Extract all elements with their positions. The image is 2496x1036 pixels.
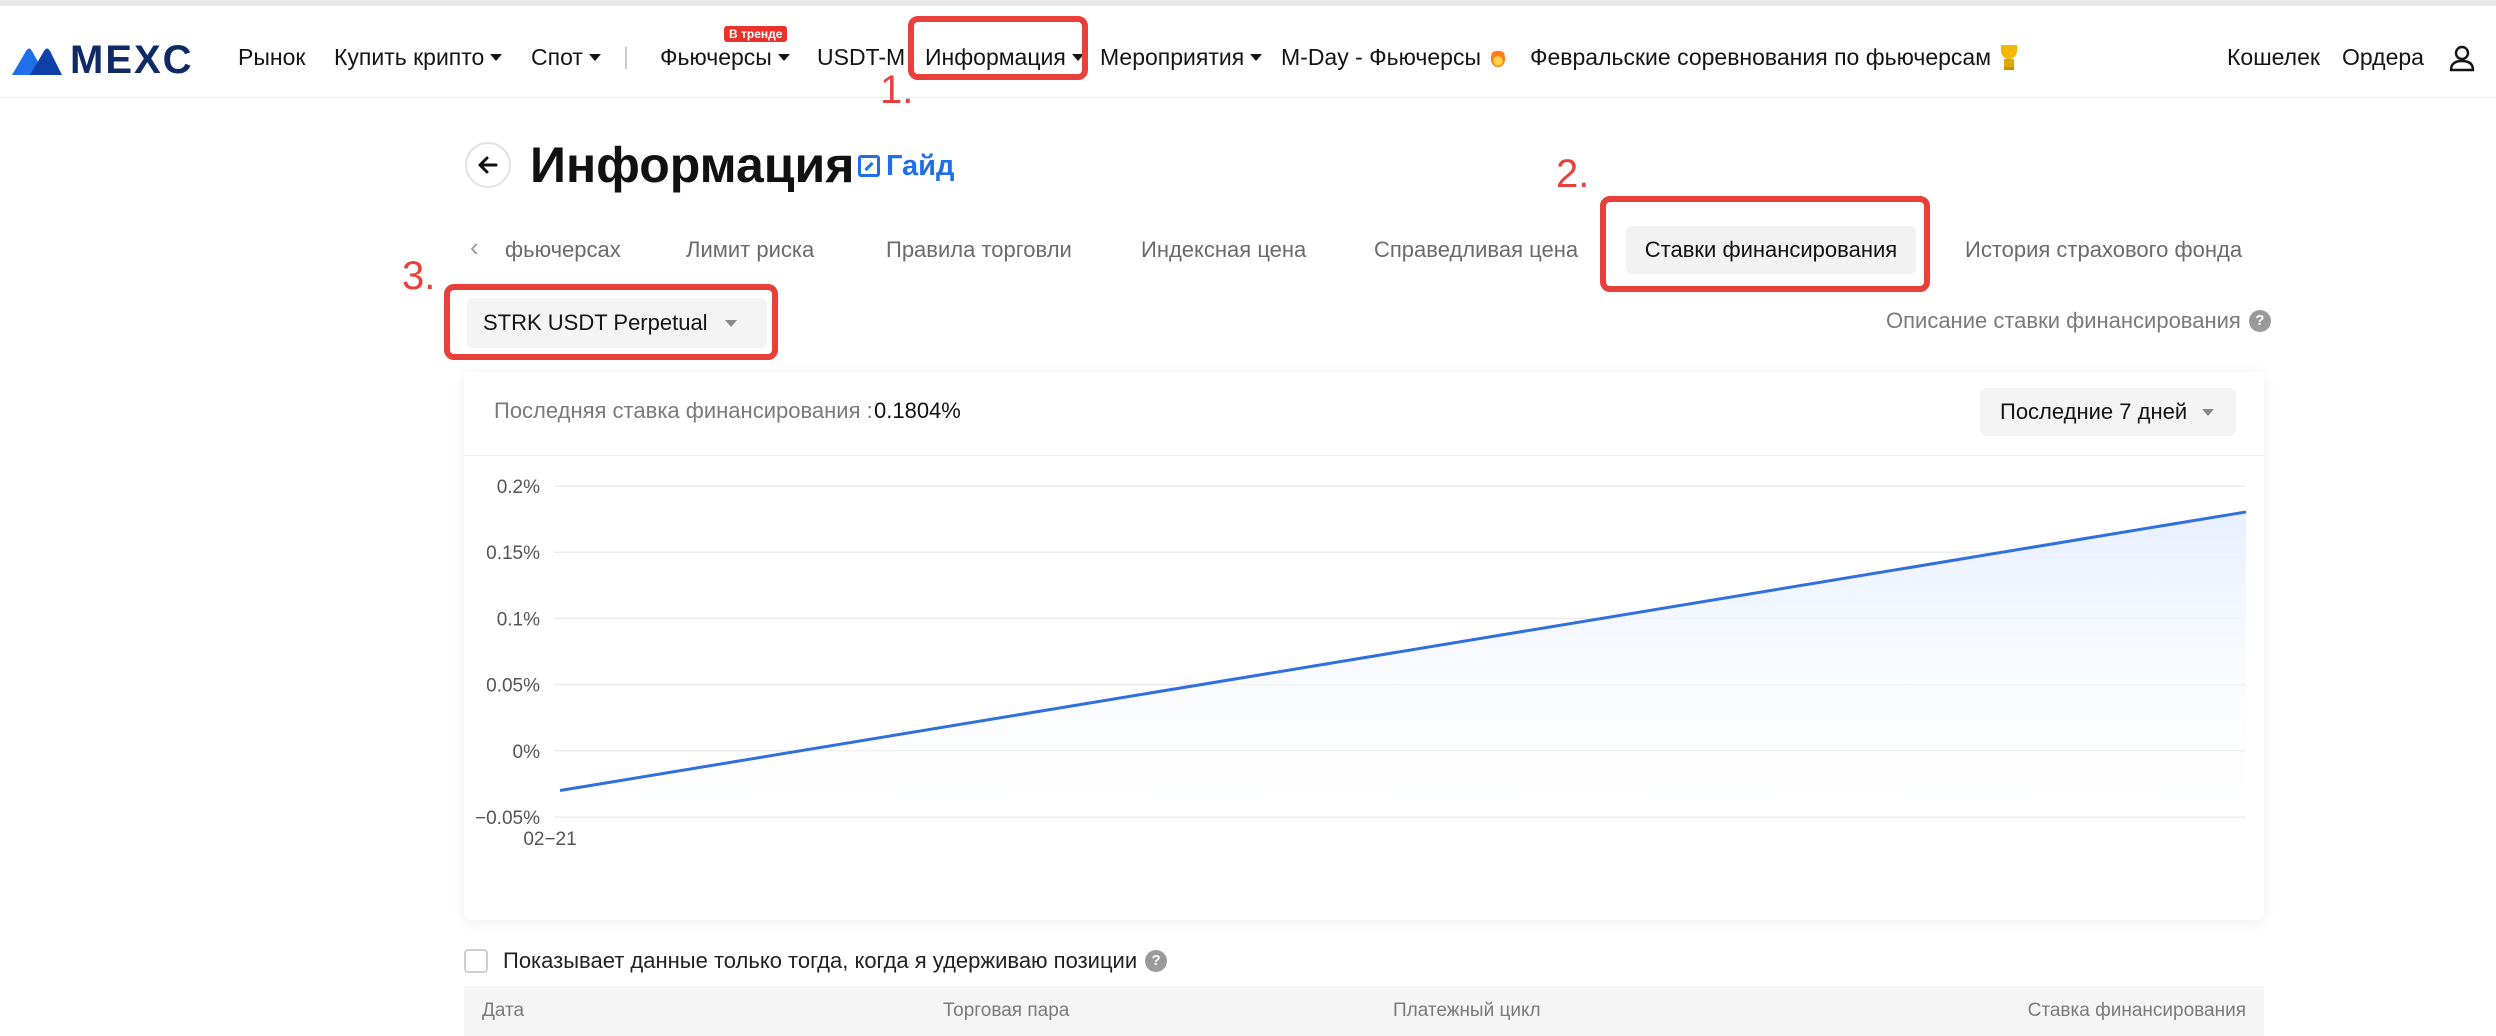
annotation-box-information bbox=[908, 16, 1088, 80]
annotation-step-2: 2. bbox=[1556, 152, 1590, 196]
chart-card-header: Последняя ставка финансирования : 0.1804… bbox=[464, 372, 2264, 456]
mexc-logo[interactable]: MEXC bbox=[12, 40, 194, 80]
guide-label: Гайд bbox=[886, 150, 955, 182]
nav-orders[interactable]: Ордера bbox=[2342, 40, 2424, 74]
nav-spot-label: Спот bbox=[531, 44, 583, 70]
nav-market[interactable]: Рынок bbox=[238, 40, 305, 74]
arrow-left-icon bbox=[478, 156, 498, 174]
y-tick-label: 0.05% bbox=[486, 676, 540, 697]
guide-icon bbox=[858, 155, 880, 177]
chevron-down-icon bbox=[1250, 53, 1263, 61]
tab-index-price[interactable]: Индексная цена bbox=[1141, 232, 1306, 268]
top-navbar: MEXC Рынок Купить крипто Спот В тренде Ф… bbox=[0, 0, 2496, 98]
trophy-icon bbox=[1997, 45, 2021, 70]
nav-buy-crypto[interactable]: Купить крипто bbox=[334, 40, 503, 74]
tab-fair-price[interactable]: Справедливая цена bbox=[1374, 232, 1578, 268]
latest-funding-rate-value: 0.1804% bbox=[874, 398, 961, 423]
nav-wallet-label: Кошелек bbox=[2227, 44, 2320, 70]
nav-futures[interactable]: Фьючерсы bbox=[660, 40, 790, 74]
latest-funding-rate-label: Последняя ставка финансирования : bbox=[494, 398, 873, 423]
tab-trading-rules[interactable]: Правила торговли bbox=[886, 232, 1072, 268]
x-tick-label: 02−21 bbox=[523, 829, 576, 850]
annotation-step-1: 1. bbox=[880, 68, 914, 112]
period-select-value: Последние 7 дней bbox=[2000, 399, 2188, 424]
nav-events-label: Мероприятия bbox=[1100, 44, 1245, 70]
y-tick-label: 0% bbox=[513, 742, 541, 763]
chevron-down-icon bbox=[588, 53, 601, 61]
nav-m-day-label: M-Day - Фьючерсы bbox=[1281, 44, 1481, 70]
period-select[interactable]: Последние 7 дней bbox=[1980, 388, 2236, 436]
nav-buy-crypto-label: Купить крипто bbox=[334, 44, 485, 70]
tab-futures[interactable]: фьючерсах bbox=[505, 232, 621, 268]
nav-futures-label: Фьючерсы bbox=[660, 44, 772, 70]
flame-icon bbox=[1490, 47, 1505, 67]
nav-market-label: Рынок bbox=[238, 44, 306, 70]
annotation-box-funding-tab bbox=[1600, 196, 1930, 292]
funding-history-table-header: Дата Торговая пара Платежный цикл Ставка… bbox=[464, 986, 2264, 1036]
nav-orders-label: Ордера bbox=[2342, 44, 2424, 70]
funding-rate-description-label: Описание ставки финансирования bbox=[1886, 308, 2241, 333]
chevron-down-icon bbox=[777, 53, 790, 61]
nav-m-day-futures[interactable]: M-Day - Фьючерсы bbox=[1281, 40, 1505, 74]
column-trading-pair: Торговая пара bbox=[943, 1000, 1070, 1021]
annotation-step-3: 3. bbox=[402, 254, 436, 298]
tabs-scroll-left-icon[interactable]: ‹ bbox=[470, 232, 479, 262]
funding-rate-chart-card: Последняя ставка финансирования : 0.1804… bbox=[464, 372, 2264, 920]
mexc-logo-icon bbox=[12, 48, 62, 75]
nav-spot[interactable]: Спот bbox=[531, 40, 601, 74]
back-button[interactable] bbox=[465, 142, 511, 188]
nav-wallet[interactable]: Кошелек bbox=[2227, 40, 2320, 74]
funding-rate-description-link[interactable]: Описание ставки финансирования ? bbox=[1886, 308, 2271, 334]
funding-rate-area bbox=[560, 511, 2246, 817]
column-payment-cycle: Платежный цикл bbox=[1393, 1000, 1541, 1021]
nav-events[interactable]: Мероприятия bbox=[1100, 40, 1263, 74]
nav-february-competition[interactable]: Февральские соревнования по фьючерсам bbox=[1530, 40, 2021, 74]
y-tick-label: 0.2% bbox=[497, 477, 540, 498]
tab-insurance-fund-history[interactable]: История страхового фонда bbox=[1965, 232, 2242, 268]
positions-only-checkbox[interactable] bbox=[464, 949, 488, 973]
annotation-box-contract bbox=[444, 284, 778, 360]
positions-only-label: Показывает данные только тогда, когда я … bbox=[503, 948, 1138, 973]
chevron-down-icon bbox=[2202, 409, 2214, 416]
positions-only-filter: Показывает данные только тогда, когда я … bbox=[503, 946, 1168, 976]
page-title: Информация bbox=[530, 137, 855, 193]
nav-divider bbox=[625, 47, 627, 69]
column-date: Дата bbox=[482, 1000, 525, 1021]
guide-link[interactable]: Гайд bbox=[858, 148, 954, 184]
tab-risk-limit[interactable]: Лимит риска bbox=[686, 232, 814, 268]
help-icon[interactable]: ? bbox=[1145, 950, 1168, 972]
logo-text: MEXC bbox=[70, 38, 194, 82]
nav-competition-label: Февральские соревнования по фьючерсам bbox=[1530, 44, 1992, 70]
y-tick-label: 0.1% bbox=[497, 609, 540, 630]
funding-rate-chart: 0.2% 0.15% 0.1% 0.05% 0% −0.05%02−21 bbox=[475, 477, 2247, 850]
help-icon[interactable]: ? bbox=[2248, 310, 2271, 332]
user-icon[interactable] bbox=[2448, 44, 2476, 72]
chevron-down-icon bbox=[490, 53, 503, 61]
column-funding-rate: Ставка финансирования bbox=[2027, 1000, 2246, 1021]
y-tick-label: −0.05% bbox=[475, 808, 540, 829]
y-tick-label: 0.15% bbox=[486, 543, 540, 564]
